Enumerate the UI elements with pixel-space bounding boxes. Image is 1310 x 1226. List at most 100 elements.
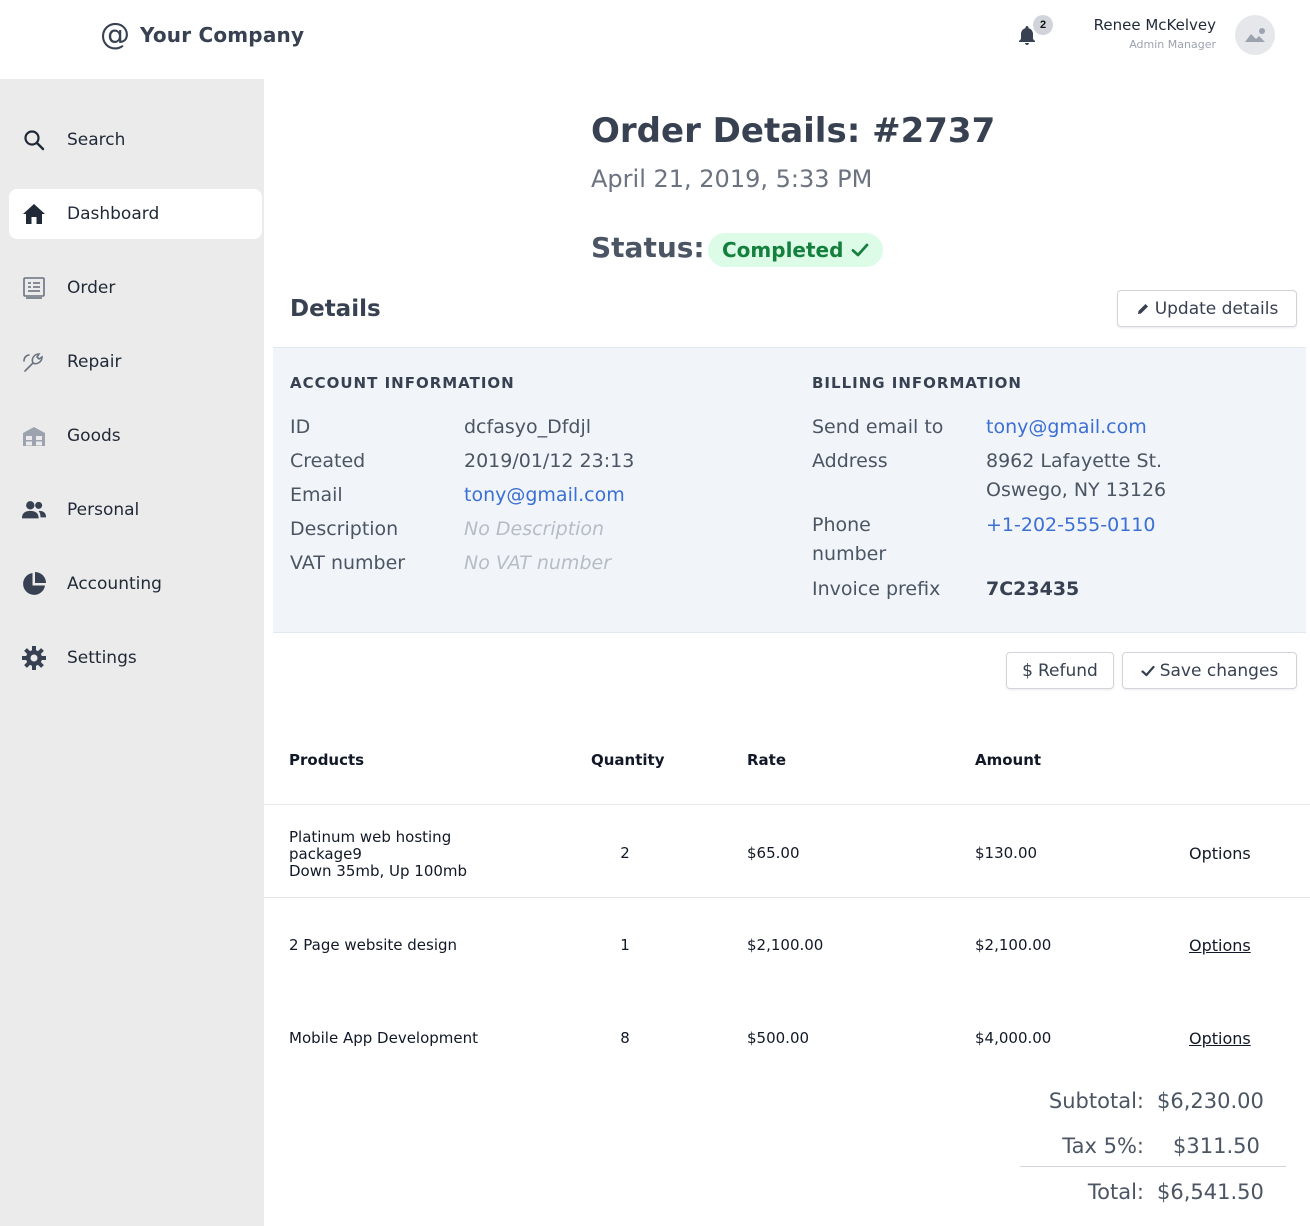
table-divider — [264, 804, 1310, 805]
sidebar-item-label: Goods — [67, 426, 121, 446]
subtotal-label: Subtotal: — [1048, 1089, 1144, 1113]
address-label: Address — [812, 450, 888, 472]
phone-link[interactable]: +1-202-555-0110 — [986, 511, 1155, 540]
description-value: No Description — [464, 518, 605, 540]
sidebar-item-label: Personal — [67, 500, 140, 520]
quantity-cell: 8 — [620, 1029, 630, 1047]
info-panel: ACCOUNT INFORMATION ID dcfasyo_Dfdjl Cre… — [273, 347, 1306, 633]
product-name: 2 Page website design — [289, 936, 458, 954]
vat-label: VAT number — [290, 552, 406, 574]
sidebar-item-label: Dashboard — [67, 204, 160, 224]
total-value: $6,541.50 — [1157, 1180, 1264, 1204]
col-header-products: Products — [289, 751, 365, 769]
send-email-label: Send email to — [812, 416, 944, 438]
invoice-prefix-label: Invoice prefix — [812, 578, 941, 600]
amount-cell: $2,100.00 — [975, 936, 1052, 954]
created-label: Created — [290, 450, 366, 472]
sidebar-item-search[interactable]: Search — [9, 115, 262, 165]
amount-cell: $130.00 — [975, 844, 1038, 862]
total-label: Total: — [1087, 1180, 1144, 1204]
product-name: Mobile App Development — [289, 1029, 479, 1047]
save-changes-button[interactable]: Save changes — [1122, 652, 1297, 689]
status-badge: Completed — [708, 233, 884, 267]
col-header-rate: Rate — [747, 751, 787, 769]
avatar[interactable] — [1235, 15, 1275, 55]
email-label: Email — [290, 484, 343, 506]
totals-divider — [1020, 1166, 1286, 1167]
update-details-button[interactable]: Update details — [1117, 290, 1297, 327]
sidebar-item-label: Accounting — [67, 574, 162, 594]
at-sign-icon: @ — [100, 17, 130, 52]
update-details-label: Update details — [1154, 298, 1279, 319]
product-name: Platinum web hosting — [289, 828, 452, 846]
invoice-prefix-value: 7C23435 — [986, 578, 1080, 600]
created-value: 2019/01/12 23:13 — [464, 450, 635, 472]
quantity-cell: 1 — [620, 936, 630, 954]
refund-button[interactable]: $ Refund — [1006, 652, 1114, 689]
notification-badge: 2 — [1033, 15, 1053, 35]
id-value: dcfasyo_Dfdjl — [464, 416, 592, 438]
options-link[interactable]: Options — [1189, 1029, 1251, 1048]
dollar-icon: $ — [1022, 660, 1033, 681]
sidebar: Search Dashboard Order Repair Goods Pers… — [0, 79, 264, 1226]
id-label: ID — [290, 416, 311, 438]
status-text: Completed — [722, 238, 844, 262]
sidebar-item-label: Order — [67, 278, 116, 298]
sidebar-item-goods[interactable]: Goods — [9, 411, 262, 461]
wrench-icon — [21, 349, 47, 375]
phone-label-line2: number — [812, 543, 887, 565]
gear-icon — [21, 645, 47, 671]
receipt-icon — [21, 275, 47, 301]
send-email-link[interactable]: tony@gmail.com — [986, 413, 1147, 442]
check-icon — [852, 243, 869, 257]
user-name: Renee McKelvey — [1093, 16, 1216, 34]
rate-cell: $500.00 — [747, 1029, 810, 1047]
billing-info-heading: BILLING INFORMATION — [812, 374, 1022, 392]
address-line1: 8962 Lafayette St. — [986, 450, 1163, 472]
rate-cell: $2,100.00 — [747, 936, 824, 954]
tax-label: Tax 5%: — [1062, 1134, 1144, 1158]
company-logo[interactable]: @ Your Company — [100, 20, 304, 50]
sidebar-item-dashboard[interactable]: Dashboard — [9, 189, 262, 239]
description-label: Description — [290, 518, 399, 540]
pencil-icon — [1137, 303, 1148, 314]
sidebar-item-label: Search — [67, 130, 126, 150]
search-icon — [21, 127, 47, 153]
check-icon — [1141, 665, 1155, 676]
sidebar-item-settings[interactable]: Settings — [9, 633, 262, 683]
user-role: Admin Manager — [1129, 38, 1216, 51]
main-content: Order Details: #2737 April 21, 2019, 5:3… — [264, 79, 1310, 1226]
save-changes-label: Save changes — [1159, 660, 1279, 681]
account-info-heading: ACCOUNT INFORMATION — [290, 374, 515, 392]
status-label: Status: — [591, 231, 705, 264]
sidebar-item-repair[interactable]: Repair — [9, 337, 262, 387]
order-date: April 21, 2019, 5:33 PM — [591, 165, 873, 193]
amount-cell: $4,000.00 — [975, 1029, 1052, 1047]
home-icon — [21, 201, 47, 227]
phone-label: Phone — [812, 514, 871, 536]
top-bar: @ Your Company 2 Renee McKelvey Admin Ma… — [0, 0, 1310, 79]
vat-value: No VAT number — [464, 552, 611, 574]
image-placeholder-icon — [1245, 28, 1265, 42]
rate-cell: $65.00 — [747, 844, 800, 862]
tax-value: $311.50 — [1173, 1134, 1260, 1158]
table-divider — [264, 897, 1310, 898]
options-link[interactable]: Options — [1189, 844, 1251, 863]
sidebar-item-accounting[interactable]: Accounting — [9, 559, 262, 609]
options-link[interactable]: Options — [1189, 936, 1251, 955]
warehouse-icon — [21, 423, 47, 449]
email-link[interactable]: tony@gmail.com — [464, 481, 625, 510]
user-info[interactable]: Renee McKelvey Admin Manager — [1094, 16, 1216, 51]
sidebar-item-personal[interactable]: Personal — [9, 485, 262, 535]
pie-chart-icon — [21, 571, 47, 597]
company-name: Your Company — [140, 23, 305, 47]
people-icon — [21, 497, 47, 523]
details-heading: Details — [290, 296, 381, 322]
sidebar-item-order[interactable]: Order — [9, 263, 262, 313]
quantity-cell: 2 — [620, 844, 630, 862]
sidebar-item-label: Repair — [67, 352, 122, 372]
subtotal-value: $6,230.00 — [1157, 1089, 1264, 1113]
product-description: Down 35mb, Up 100mb — [289, 862, 468, 880]
address-line2: Oswego, NY 13126 — [986, 479, 1167, 501]
sidebar-item-label: Settings — [67, 648, 137, 668]
